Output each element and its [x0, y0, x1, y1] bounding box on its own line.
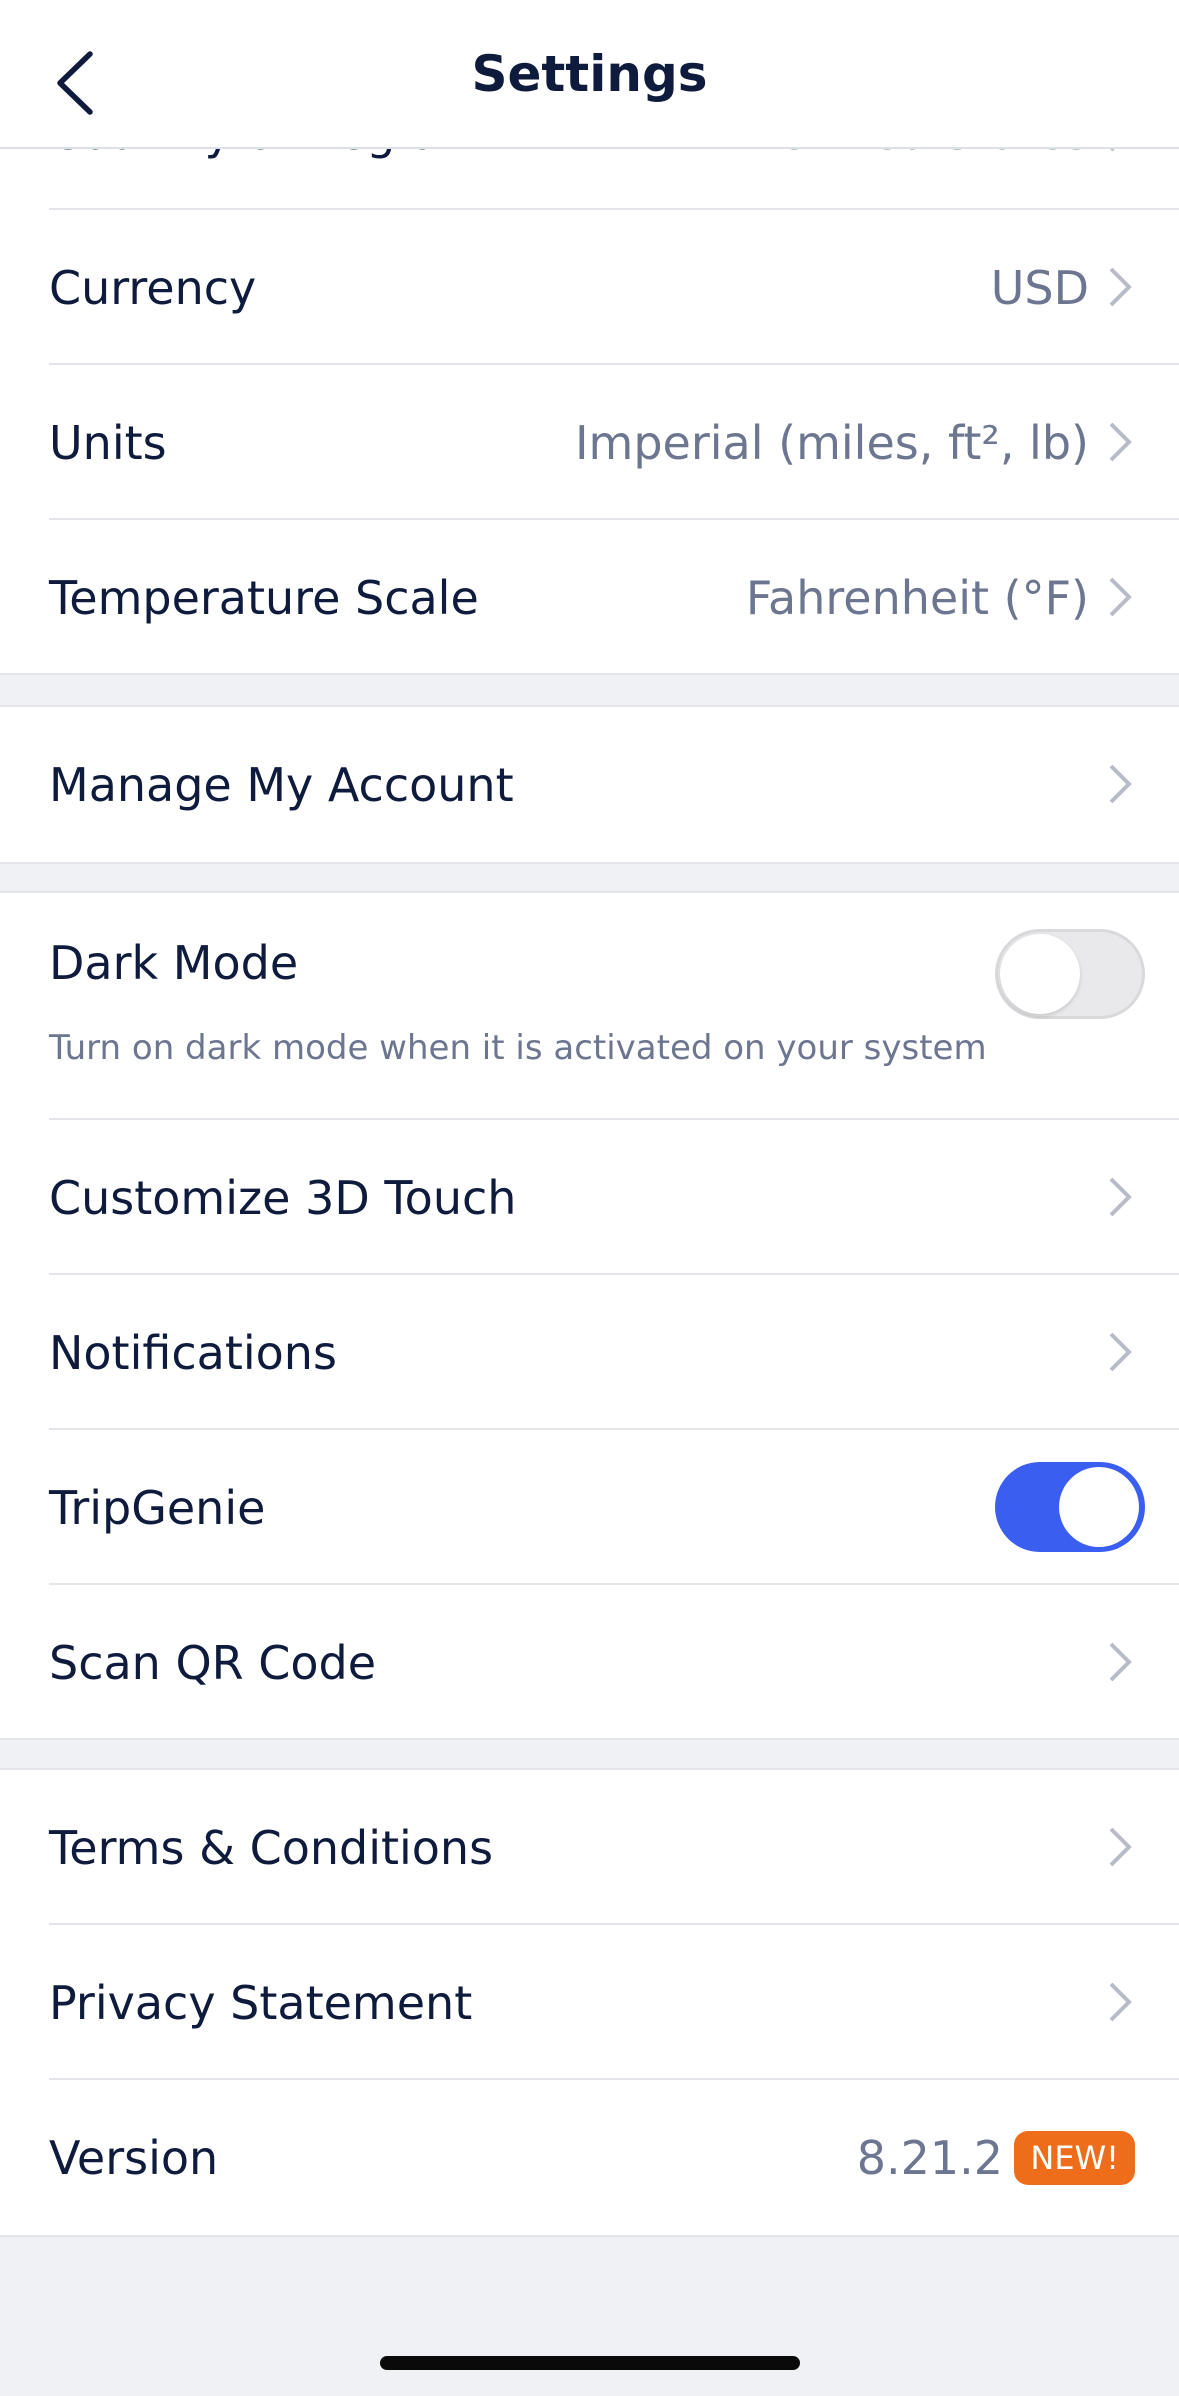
legal-group: Terms & Conditions Privacy Statement Ver… [0, 1768, 1179, 2237]
terms-conditions-row[interactable]: Terms & Conditions [0, 1770, 1179, 1925]
chevron-right-icon [1109, 422, 1132, 462]
currency-row[interactable]: Currency USD [0, 210, 1179, 365]
chevron-right-icon [1109, 267, 1132, 307]
chevron-right-icon [1109, 1177, 1132, 1217]
version-row[interactable]: Version 8.21.2 NEW! [0, 2080, 1179, 2235]
temperature-scale-row[interactable]: Temperature Scale Fahrenheit (°F) [0, 520, 1179, 675]
page-title: Settings [471, 44, 708, 103]
dark-mode-toggle[interactable] [995, 929, 1145, 1019]
units-value: Imperial (miles, ft², lb) [574, 415, 1089, 470]
manage-account-row[interactable]: Manage My Account [0, 707, 1179, 862]
notifications-label: Notifications [49, 1325, 337, 1380]
manage-account-label: Manage My Account [49, 757, 514, 812]
dark-mode-row: Dark Mode Turn on dark mode when it is a… [0, 893, 1179, 1120]
temperature-scale-label: Temperature Scale [49, 570, 479, 625]
privacy-statement-label: Privacy Statement [49, 1975, 473, 2030]
chevron-right-icon [1109, 1982, 1132, 2022]
new-badge: NEW! [1014, 2131, 1135, 2185]
tripgenie-row: TripGenie [0, 1430, 1179, 1585]
chevron-right-icon [1109, 1332, 1132, 1372]
currency-label: Currency [49, 260, 257, 315]
account-group: Manage My Account [0, 705, 1179, 864]
units-label: Units [49, 415, 167, 470]
home-indicator[interactable] [380, 2356, 800, 2370]
terms-conditions-label: Terms & Conditions [49, 1820, 494, 1875]
chevron-right-icon [1109, 1642, 1132, 1682]
customize-3d-touch-row[interactable]: Customize 3D Touch [0, 1120, 1179, 1275]
scan-qr-code-label: Scan QR Code [49, 1635, 377, 1690]
temperature-scale-value: Fahrenheit (°F) [745, 570, 1089, 625]
units-row[interactable]: Units Imperial (miles, ft², lb) [0, 365, 1179, 520]
scan-qr-code-row[interactable]: Scan QR Code [0, 1585, 1179, 1740]
dark-mode-label: Dark Mode [49, 936, 299, 990]
toggle-knob [1000, 934, 1080, 1014]
dark-mode-description: Turn on dark mode when it is activated o… [49, 1028, 987, 1068]
privacy-statement-row[interactable]: Privacy Statement [0, 1925, 1179, 2080]
currency-value: USD [990, 260, 1089, 315]
chevron-right-icon [1109, 764, 1132, 804]
tripgenie-toggle[interactable] [995, 1462, 1145, 1552]
version-label: Version [49, 2130, 219, 2185]
notifications-row[interactable]: Notifications [0, 1275, 1179, 1430]
chevron-right-icon [1109, 577, 1132, 617]
version-value: 8.21.2 [856, 2130, 1003, 2185]
toggle-knob [1059, 1467, 1139, 1547]
customize-3d-touch-label: Customize 3D Touch [49, 1170, 517, 1225]
nav-bar: Settings [0, 0, 1179, 149]
chevron-right-icon [1109, 1827, 1132, 1867]
tripgenie-label: TripGenie [49, 1480, 266, 1535]
features-group: Dark Mode Turn on dark mode when it is a… [0, 891, 1179, 1740]
